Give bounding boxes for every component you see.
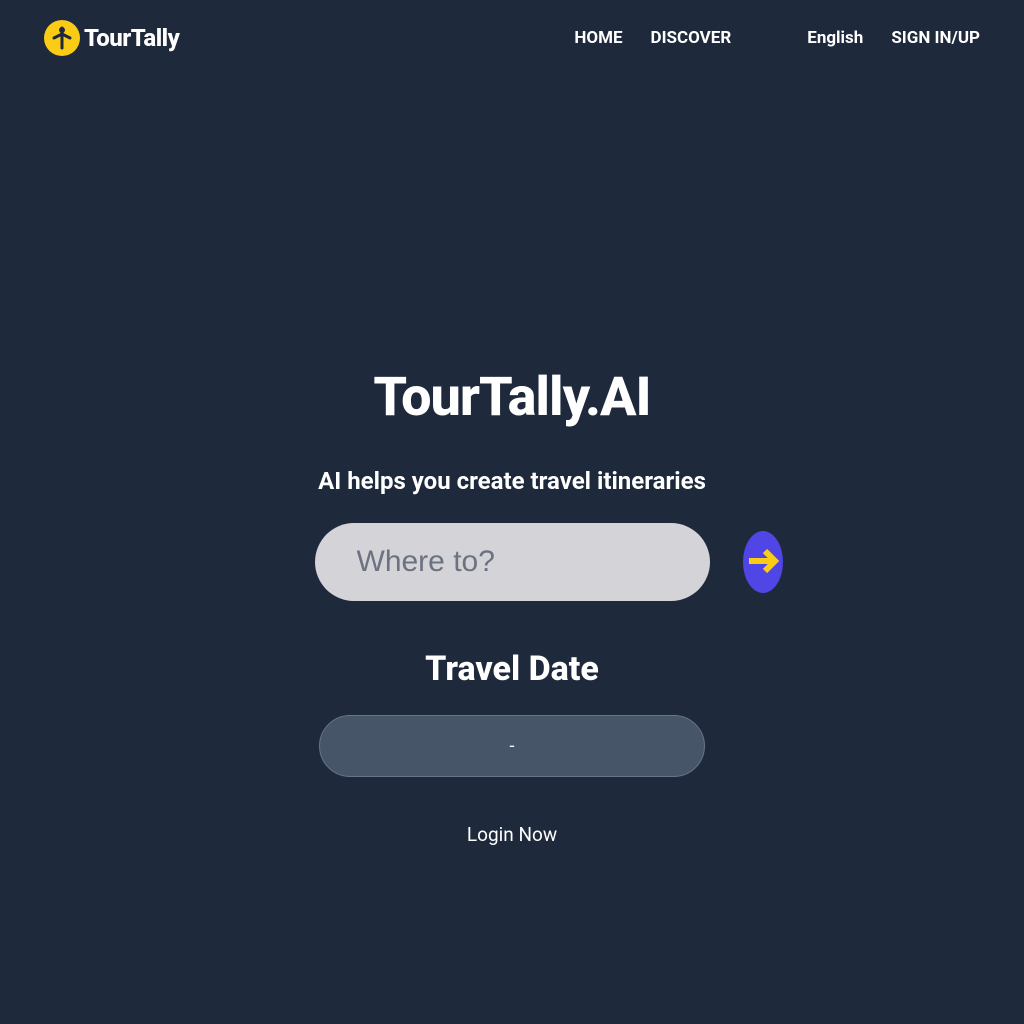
header: TourTally HOME DISCOVER English SIGN IN/… xyxy=(0,0,1024,76)
travel-date-picker[interactable]: - xyxy=(319,715,705,777)
logo[interactable]: TourTally xyxy=(44,20,179,56)
arrow-right-icon xyxy=(743,541,783,584)
destination-input[interactable] xyxy=(357,545,743,579)
logo-text: TourTally xyxy=(84,24,179,52)
logo-icon xyxy=(44,20,80,56)
nav: HOME DISCOVER English SIGN IN/UP xyxy=(574,28,980,48)
main: TourTally.AI AI helps you create travel … xyxy=(0,366,1024,846)
search-container xyxy=(315,523,710,601)
login-now-link[interactable]: Login Now xyxy=(467,823,557,846)
travel-date-label: Travel Date xyxy=(425,649,599,689)
travel-date-value: - xyxy=(510,736,515,757)
page-subtitle: AI helps you create travel itineraries xyxy=(318,467,706,495)
go-button[interactable] xyxy=(743,531,783,593)
nav-language[interactable]: English xyxy=(807,28,863,48)
nav-signin[interactable]: SIGN IN/UP xyxy=(891,28,980,48)
page-title: TourTally.AI xyxy=(373,366,650,429)
nav-home[interactable]: HOME xyxy=(574,28,622,48)
nav-discover[interactable]: DISCOVER xyxy=(651,28,732,48)
